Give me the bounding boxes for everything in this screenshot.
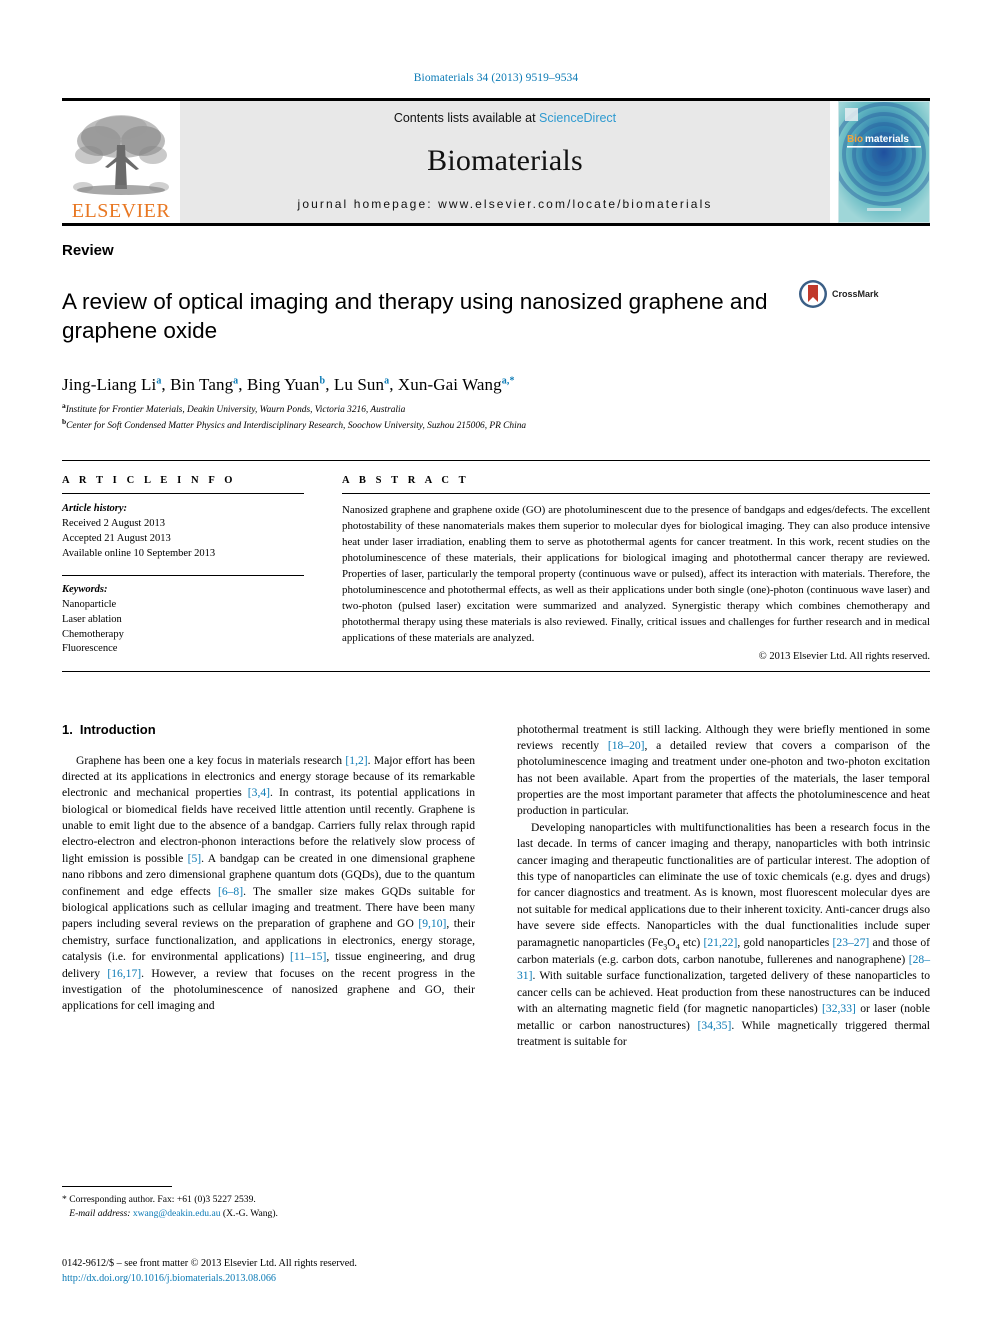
section-title-text: Introduction <box>79 721 156 737</box>
article-info-column: A R T I C L E I N F O Article history: R… <box>62 461 304 661</box>
author-affil-marker: b <box>319 375 326 387</box>
masthead-bottom-rule <box>62 223 930 226</box>
elsevier-wordmark: ELSEVIER <box>71 200 171 222</box>
article-info-rule <box>62 493 304 495</box>
info-abstract-section: A R T I C L E I N F O Article history: R… <box>62 460 930 662</box>
right-column: photothermal treatment is still lacking.… <box>496 722 930 1222</box>
affiliation-a: aInstitute for Frontier Materials, Deaki… <box>62 400 406 415</box>
citation-ref[interactable]: [21,22] <box>704 936 738 949</box>
citation-ref[interactable]: [23–27] <box>833 936 870 949</box>
article-history-block: Article history: Received 2 August 2013 … <box>62 502 304 562</box>
history-online: Available online 10 September 2013 <box>62 547 216 559</box>
crossmark-badge[interactable]: CrossMark <box>798 279 879 309</box>
article-type: Review <box>62 242 114 259</box>
page-title: A review of optical imaging and therapy … <box>62 289 768 343</box>
affiliation-a-text: Institute for Frontier Materials, Deakin… <box>65 404 406 415</box>
keywords-block: Keywords: Nanoparticle Laser ablation Ch… <box>62 583 304 658</box>
keywords-rule <box>62 574 304 576</box>
par-text: O <box>667 935 676 949</box>
page-footer: 0142-9612/$ – see front matter © 2013 El… <box>62 1257 357 1287</box>
journal-band: Contents lists available at ScienceDirec… <box>180 101 830 223</box>
citation-ref[interactable]: [11–15] <box>290 950 326 963</box>
citation-ref[interactable]: [34,35] <box>698 1019 732 1032</box>
author-affil-marker: a <box>233 375 239 387</box>
citation-ref[interactable]: [16,17] <box>107 967 141 980</box>
section-number: 1. <box>62 721 73 737</box>
citation-ref[interactable]: [3,4] <box>248 786 270 799</box>
abstract-column: A B S T R A C T Nanosized graphene and g… <box>342 461 930 662</box>
citation-ref[interactable]: [6–8] <box>218 885 243 898</box>
author-affil-marker: a <box>156 375 162 387</box>
column-separator <box>304 461 342 661</box>
email-line: E-mail address: xwang@deakin.edu.au (X.-… <box>62 1207 475 1221</box>
intro-paragraph-right-2: Developing nanoparticles with multifunct… <box>517 820 930 1051</box>
affiliation-b-text: Center for Soft Condensed Matter Physics… <box>66 421 527 432</box>
par-text: Developing nanoparticles with multifunct… <box>517 820 930 949</box>
email-suffix: (X.-G. Wang). <box>222 1208 278 1220</box>
citation-ref[interactable]: [5] <box>188 852 202 865</box>
intro-paragraph-right-1: photothermal treatment is still lacking.… <box>517 722 930 820</box>
section-heading-introduction: 1. Introduction <box>62 722 475 737</box>
journal-homepage[interactable]: journal homepage: www.elsevier.com/locat… <box>298 197 713 211</box>
crossmark-label: CrossMark <box>832 289 879 299</box>
email-link[interactable]: xwang@deakin.edu.au <box>133 1208 221 1219</box>
citation-ref[interactable]: [32,33] <box>822 1002 856 1015</box>
par-text: etc) <box>679 935 704 949</box>
footnote-rule <box>62 1185 172 1187</box>
abstract-text: Nanosized graphene and graphene oxide (G… <box>342 504 930 645</box>
journal-cover-thumbnail: Bio materials <box>838 101 930 223</box>
running-head: Biomaterials 34 (2013) 9519–9534 <box>413 72 579 84</box>
corresponding-author-note: * Corresponding author. Fax: +61 (0)3 52… <box>62 1193 475 1222</box>
citation-ref[interactable]: [9,10] <box>418 917 446 930</box>
doi-link[interactable]: http://dx.doi.org/10.1016/j.biomaterials… <box>62 1273 276 1284</box>
abstract-heading: A B S T R A C T <box>342 475 470 487</box>
author-affil-marker: a <box>384 375 390 387</box>
title-row: A review of optical imaging and therapy … <box>62 273 930 361</box>
author-affil-marker: a,* <box>501 375 515 387</box>
history-received: Received 2 August 2013 <box>62 518 165 530</box>
issn-line: 0142-9612/$ – see front matter © 2013 El… <box>62 1258 357 1270</box>
journal-title: Biomaterials <box>427 144 583 177</box>
crossmark-icon <box>799 280 827 308</box>
journal-masthead: ELSEVIER Contents lists available at Sci… <box>62 98 930 223</box>
keywords-label: Keywords: <box>62 583 108 595</box>
abstract-bottom-rule <box>62 670 930 672</box>
par-text: Graphene has been one a key focus in mat… <box>76 753 346 767</box>
svg-text:materials: materials <box>865 134 909 145</box>
svg-text:Bio: Bio <box>847 134 863 145</box>
sciencedirect-link[interactable]: ScienceDirect <box>539 111 616 125</box>
elsevier-tree-icon <box>73 115 169 195</box>
keyword-item: Chemotherapy <box>62 628 124 640</box>
history-label: Article history: <box>62 503 128 515</box>
citation-ref[interactable]: [1,2] <box>345 754 367 767</box>
contents-available-line: Contents lists available at ScienceDirec… <box>394 111 616 125</box>
corresponding-line: * Corresponding author. Fax: +61 (0)3 52… <box>62 1193 256 1205</box>
article-info-heading: A R T I C L E I N F O <box>62 475 237 487</box>
keyword-item: Nanoparticle <box>62 598 117 610</box>
history-accepted: Accepted 21 August 2013 <box>62 533 171 545</box>
affiliation-b: bCenter for Soft Condensed Matter Physic… <box>62 417 527 432</box>
body-columns: 1. Introduction Graphene has been one a k… <box>62 722 930 1222</box>
footnote-block: * Corresponding author. Fax: +61 (0)3 52… <box>62 1185 475 1222</box>
affiliations: aInstitute for Frontier Materials, Deaki… <box>62 401 930 435</box>
keyword-item: Fluorescence <box>62 643 118 655</box>
abstract-copyright: © 2013 Elsevier Ltd. All rights reserved… <box>758 650 930 662</box>
contents-prefix: Contents lists available at <box>393 111 540 125</box>
par-text: , gold nanoparticles <box>737 935 833 949</box>
citation-ref[interactable]: [18–20] <box>608 739 645 752</box>
elsevier-logo: ELSEVIER <box>62 101 180 223</box>
abstract-rule <box>342 493 930 495</box>
email-label: E-mail address: <box>69 1208 131 1220</box>
cover-artwork: Bio materials <box>839 102 929 222</box>
article-page: Biomaterials 34 (2013) 9519–9534 ELSEVIE… <box>0 0 992 1323</box>
intro-paragraph-left: Graphene has been one a key focus in mat… <box>62 753 475 1015</box>
left-column: 1. Introduction Graphene has been one a k… <box>62 722 496 1222</box>
author-list: Jing-Liang Lia, Bin Tanga, Bing Yuanb, L… <box>62 374 515 394</box>
keyword-item: Laser ablation <box>62 613 122 625</box>
